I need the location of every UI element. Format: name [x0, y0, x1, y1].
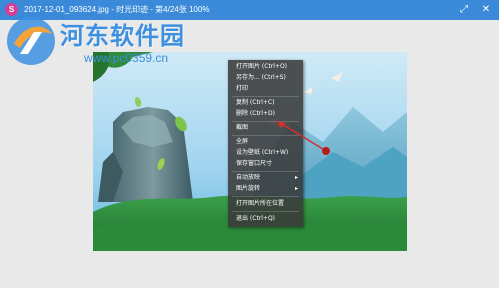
- restore-icon: ⤢: [460, 4, 468, 15]
- menu-separator: [232, 171, 299, 172]
- watermark-logo: [7, 17, 55, 65]
- menu-item-print[interactable]: 打印: [236, 84, 248, 94]
- submenu-arrow-icon: ▸: [295, 174, 299, 181]
- menu-item-save-as[interactable]: 另存为... (Ctrl+S): [236, 73, 286, 83]
- menu-item-open-image[interactable]: 打开图片 (Ctrl+O): [236, 62, 287, 72]
- submenu-arrow-icon: ▸: [295, 185, 299, 192]
- menu-item-fullscreen[interactable]: 全屏: [236, 137, 248, 147]
- menu-item-save-window-size[interactable]: 保存窗口尺寸: [236, 159, 272, 169]
- annotation-arrow: [276, 121, 330, 155]
- menu-item-open-location[interactable]: 打开图片所在位置: [236, 199, 284, 209]
- menu-separator: [232, 96, 299, 97]
- watermark-title: 河东软件园: [60, 22, 185, 50]
- menu-item-exit[interactable]: 退出 (Ctrl+Q): [236, 214, 275, 224]
- menu-item-screenshot[interactable]: 截图: [236, 123, 248, 133]
- menu-item-rotate[interactable]: 图片旋转: [236, 184, 260, 194]
- close-icon: ✕: [481, 4, 491, 15]
- menu-separator: [232, 196, 299, 197]
- app-icon[interactable]: S: [5, 3, 18, 16]
- restore-button[interactable]: ⤢: [456, 2, 472, 18]
- menu-separator: [232, 211, 299, 212]
- title-bar: S 2017-12-01_093624.jpg - 时光印迹 - 第4/24张 …: [0, 0, 499, 20]
- window-title: 2017-12-01_093624.jpg - 时光印迹 - 第4/24张 10…: [24, 5, 210, 14]
- menu-item-copy[interactable]: 复制 (Ctrl+C): [236, 98, 274, 108]
- menu-item-slideshow[interactable]: 自动放映: [236, 173, 260, 183]
- close-button[interactable]: ✕: [478, 2, 494, 18]
